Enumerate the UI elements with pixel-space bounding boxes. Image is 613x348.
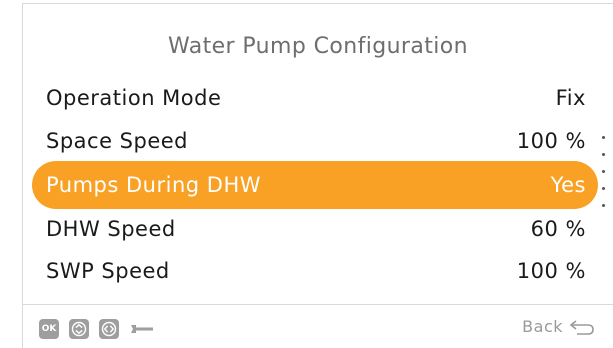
menu-item-label: Space Speed — [46, 129, 188, 153]
footer-divider — [23, 304, 613, 305]
screen-title: Water Pump Configuration — [167, 34, 469, 59]
ok-key-label: OK — [41, 324, 57, 334]
back-label: Back — [522, 317, 563, 336]
menu-item-label: SWP Speed — [46, 259, 170, 283]
up-down-arrows-icon — [71, 321, 87, 337]
scroll-dot — [602, 204, 605, 207]
scroll-indicator — [600, 136, 606, 216]
menu-item-dhw-speed[interactable]: DHW Speed 60 % — [37, 205, 595, 253]
left-right-arrows-icon — [101, 321, 117, 337]
left-right-key-icon — [99, 319, 119, 339]
menu-item-operation-mode[interactable]: Operation Mode Fix — [37, 74, 595, 122]
wrench-icon — [131, 325, 153, 333]
menu-item-value: Fix — [555, 86, 586, 110]
back-arrow-icon — [569, 319, 594, 335]
scroll-dot — [602, 153, 605, 156]
footer-key-hints: OK — [39, 318, 155, 340]
scroll-dot — [602, 136, 605, 139]
menu-item-space-speed[interactable]: Space Speed 100 % — [37, 117, 595, 165]
frame-top-border — [22, 3, 613, 4]
ok-key-icon: OK — [39, 319, 59, 339]
pump-config-screen: Water Pump Configuration Operation Mode … — [0, 0, 613, 348]
menu-item-label: DHW Speed — [46, 217, 176, 241]
scroll-dot — [602, 170, 605, 173]
menu-item-label: Pumps During DHW — [46, 173, 261, 197]
up-down-key-icon — [69, 319, 89, 339]
menu-item-value: 100 % — [516, 259, 586, 283]
menu-item-value: Yes — [550, 173, 586, 197]
menu-item-label: Operation Mode — [46, 86, 222, 110]
menu-item-pumps-during-dhw[interactable]: Pumps During DHW Yes — [32, 161, 598, 209]
menu-item-value: 60 % — [530, 217, 586, 241]
menu-item-value: 100 % — [516, 129, 586, 153]
back-button[interactable]: Back — [522, 317, 595, 336]
menu-item-swp-speed[interactable]: SWP Speed 100 % — [37, 247, 595, 295]
scroll-dot — [602, 187, 605, 190]
